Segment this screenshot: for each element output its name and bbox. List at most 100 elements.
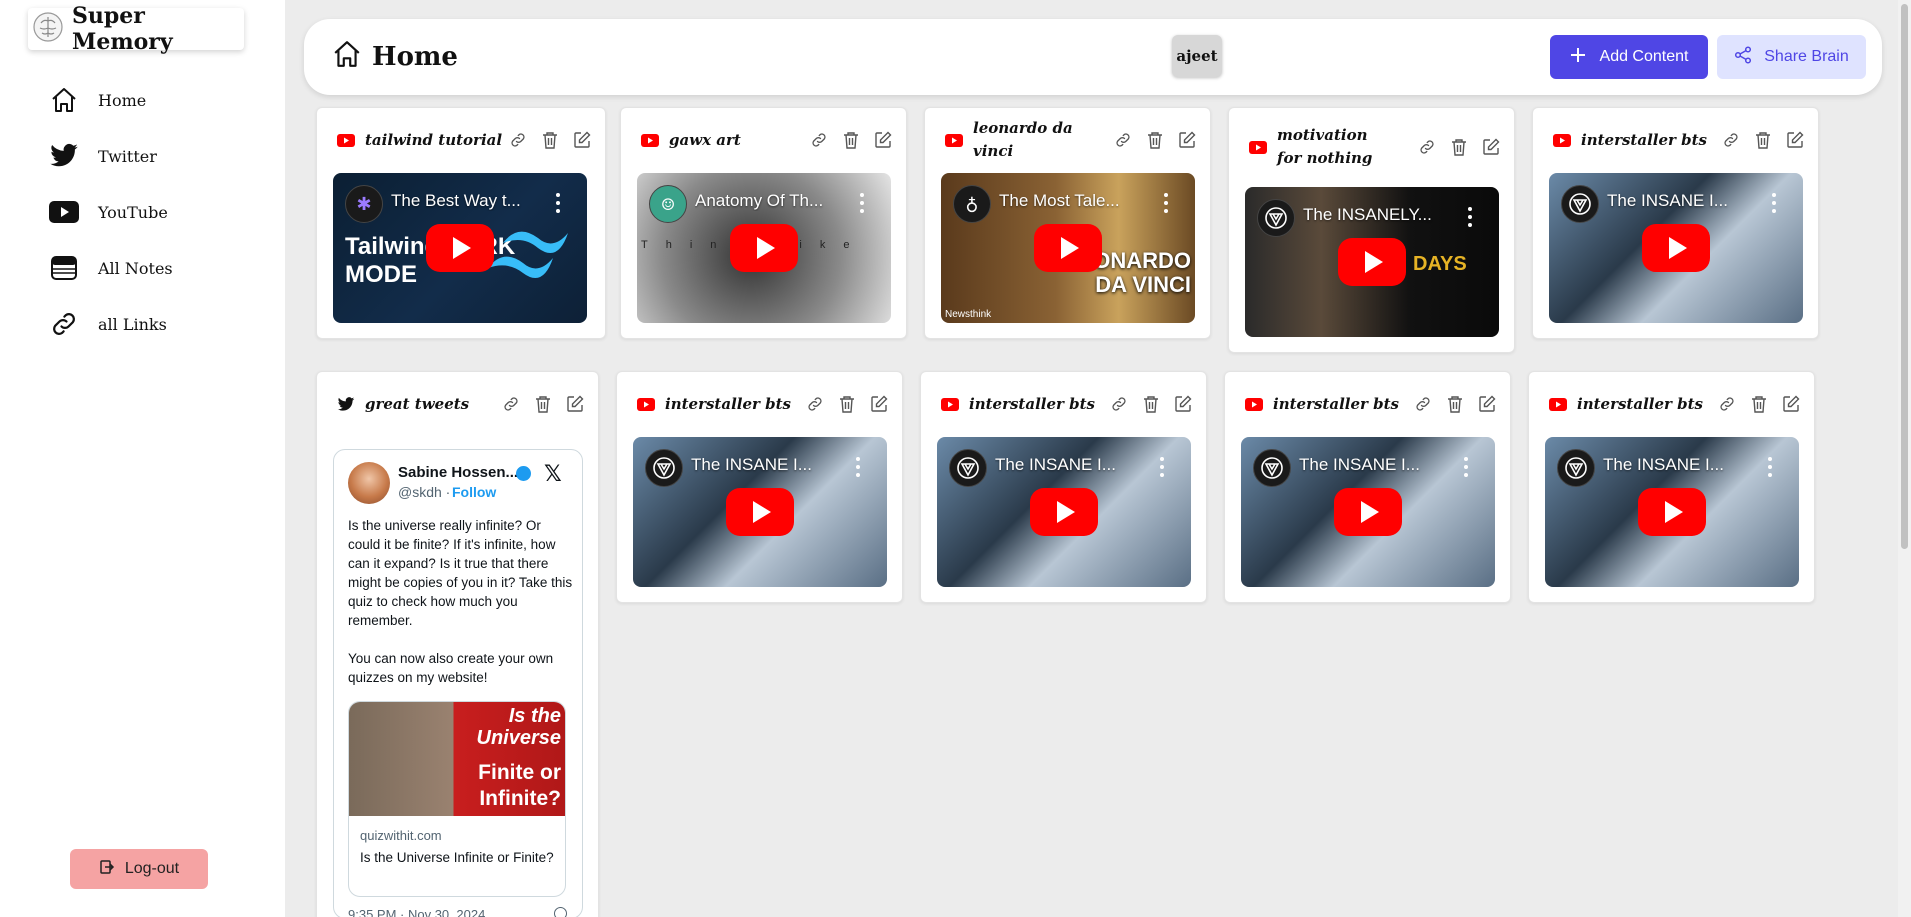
play-button[interactable] xyxy=(1034,224,1102,272)
more-options-icon[interactable] xyxy=(1767,457,1773,477)
sidebar-item-all-links[interactable]: all Links xyxy=(48,304,167,344)
x-logo-icon[interactable]: 𝕏 xyxy=(544,462,562,487)
trash-icon[interactable] xyxy=(541,131,559,149)
trash-icon[interactable] xyxy=(534,395,552,413)
edit-icon[interactable] xyxy=(1174,395,1192,413)
channel-avatar[interactable]: ☺ xyxy=(649,185,687,223)
more-options-icon[interactable] xyxy=(1463,457,1469,477)
trash-icon[interactable] xyxy=(838,395,856,413)
tweet-embed[interactable]: Sabine Hossen... 𝕏 @skdh · Follow Is the… xyxy=(333,449,583,917)
video-embed[interactable]: The INSANE I... xyxy=(633,437,887,587)
channel-avatar[interactable] xyxy=(949,449,987,487)
logout-button[interactable]: Log-out xyxy=(70,849,208,889)
link-icon[interactable] xyxy=(1114,131,1132,149)
channel-avatar[interactable]: ✱ xyxy=(345,185,383,223)
follow-link[interactable]: Follow xyxy=(452,484,496,500)
sidebar-item-youtube[interactable]: YouTube xyxy=(48,192,168,232)
channel-avatar[interactable] xyxy=(1557,449,1595,487)
tweet-timestamp[interactable]: 9:35 PM · Nov 30, 2024 xyxy=(348,907,485,917)
video-title[interactable]: The Best Way t... xyxy=(391,191,543,211)
video-embed[interactable]: Think like an Artist ☺ Anatomy Of Th... xyxy=(637,173,891,323)
sidebar-item-all-notes[interactable]: All Notes xyxy=(48,248,173,288)
play-button[interactable] xyxy=(1030,488,1098,536)
video-title[interactable]: The INSANE I... xyxy=(1603,455,1755,475)
channel-avatar[interactable]: ♁ xyxy=(953,185,991,223)
tweet-author-name[interactable]: Sabine Hossen... xyxy=(398,464,518,481)
link-icon[interactable] xyxy=(1418,138,1436,156)
edit-icon[interactable] xyxy=(1786,131,1804,149)
channel-avatar[interactable] xyxy=(645,449,683,487)
scrollbar-thumb[interactable] xyxy=(1901,4,1908,549)
more-options-icon[interactable] xyxy=(855,457,861,477)
edit-icon[interactable] xyxy=(566,395,584,413)
card-title: motivation for nothing xyxy=(1249,124,1418,170)
video-title[interactable]: Anatomy Of Th... xyxy=(695,191,847,211)
tweet-link-card[interactable]: Is the Universe Finite or Infinite? quiz… xyxy=(348,701,566,897)
video-title[interactable]: The INSANE I... xyxy=(1299,455,1451,475)
channel-avatar[interactable] xyxy=(1253,449,1291,487)
video-title[interactable]: The INSANE I... xyxy=(1607,191,1759,211)
video-embed[interactable]: The INSANE I... xyxy=(1241,437,1495,587)
video-embed[interactable]: The INSANE I... xyxy=(1549,173,1803,323)
edit-icon[interactable] xyxy=(1178,131,1196,149)
play-button[interactable] xyxy=(1334,488,1402,536)
link-icon[interactable] xyxy=(509,131,527,149)
trash-icon[interactable] xyxy=(1146,131,1164,149)
scrollbar-track[interactable] xyxy=(1898,0,1911,917)
more-options-icon[interactable] xyxy=(859,193,865,213)
play-button[interactable] xyxy=(726,488,794,536)
video-title[interactable]: The INSANE I... xyxy=(995,455,1147,475)
trash-icon[interactable] xyxy=(1142,395,1160,413)
trash-icon[interactable] xyxy=(1450,138,1468,156)
brand[interactable]: Super Memory xyxy=(28,3,244,55)
edit-icon[interactable] xyxy=(573,131,591,149)
play-button[interactable] xyxy=(426,224,494,272)
trash-icon[interactable] xyxy=(1750,395,1768,413)
youtube-icon xyxy=(1249,138,1267,156)
link-icon[interactable] xyxy=(502,395,520,413)
edit-icon[interactable] xyxy=(874,131,892,149)
play-button[interactable] xyxy=(1642,224,1710,272)
video-embed[interactable]: The INSANE I... xyxy=(1545,437,1799,587)
play-button[interactable] xyxy=(1638,488,1706,536)
edit-icon[interactable] xyxy=(1482,138,1500,156)
link-icon[interactable] xyxy=(1414,395,1432,413)
video-embed[interactable]: LEONARDO DA VINCI Newsthink ♁ The Most T… xyxy=(941,173,1195,323)
video-title[interactable]: The Most Tale... xyxy=(999,191,1151,211)
more-options-icon[interactable] xyxy=(1163,193,1169,213)
link-icon[interactable] xyxy=(1722,131,1740,149)
more-options-icon[interactable] xyxy=(1159,457,1165,477)
edit-icon[interactable] xyxy=(1478,395,1496,413)
more-options-icon[interactable] xyxy=(1771,193,1777,213)
edit-icon[interactable] xyxy=(870,395,888,413)
link-icon[interactable] xyxy=(1110,395,1128,413)
content-card: motivation for nothing DAYS The INSANELY… xyxy=(1228,107,1515,353)
more-options-icon[interactable] xyxy=(555,193,561,213)
info-icon[interactable] xyxy=(554,907,567,917)
trash-icon[interactable] xyxy=(1446,395,1464,413)
user-chip[interactable]: ajeet xyxy=(1172,35,1222,77)
play-button[interactable] xyxy=(730,224,798,272)
sidebar-item-home[interactable]: Home xyxy=(48,80,146,120)
tweet-author-avatar[interactable] xyxy=(348,462,390,504)
more-options-icon[interactable] xyxy=(1467,207,1473,227)
sidebar-item-twitter[interactable]: Twitter xyxy=(48,136,157,176)
card-title: interstaller bts xyxy=(637,393,806,416)
link-icon[interactable] xyxy=(806,395,824,413)
video-title[interactable]: The INSANE I... xyxy=(691,455,843,475)
share-brain-button[interactable]: Share Brain xyxy=(1717,35,1866,79)
play-button[interactable] xyxy=(1338,238,1406,286)
link-icon[interactable] xyxy=(1718,395,1736,413)
content-card: interstaller bts The INSANE I... xyxy=(616,371,903,603)
add-content-button[interactable]: Add Content xyxy=(1550,35,1708,79)
video-embed[interactable]: The INSANE I... xyxy=(937,437,1191,587)
trash-icon[interactable] xyxy=(1754,131,1772,149)
channel-avatar[interactable] xyxy=(1257,199,1295,237)
trash-icon[interactable] xyxy=(842,131,860,149)
edit-icon[interactable] xyxy=(1782,395,1800,413)
video-title[interactable]: The INSANELY... xyxy=(1303,205,1455,225)
video-embed[interactable]: Tailwind DARK MODE ✱ The Best Way t... xyxy=(333,173,587,323)
link-icon[interactable] xyxy=(810,131,828,149)
video-embed[interactable]: DAYS The INSANELY... xyxy=(1245,187,1499,337)
channel-avatar[interactable] xyxy=(1561,185,1599,223)
